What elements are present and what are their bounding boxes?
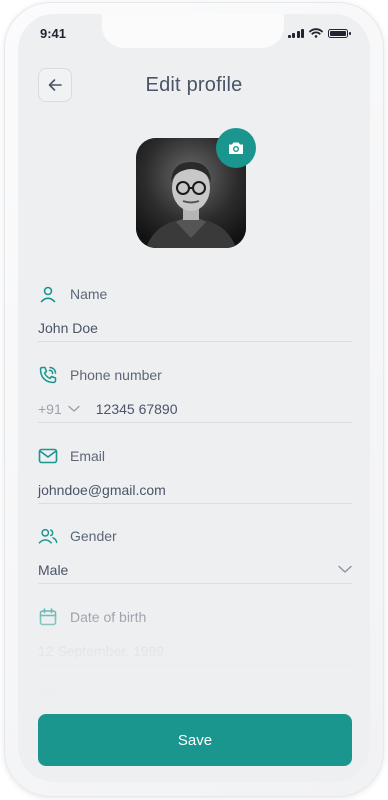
name-value: John Doe <box>38 319 98 336</box>
location-icon <box>38 687 58 707</box>
address-field <box>38 687 352 707</box>
wifi-icon <box>309 28 323 38</box>
avatar-container <box>136 128 256 248</box>
phone-input[interactable]: +91 12345 67890 <box>38 395 352 423</box>
name-input[interactable]: John Doe <box>38 314 352 342</box>
user-icon <box>38 284 58 304</box>
status-time: 9:41 <box>40 26 67 41</box>
page-title: Edit profile <box>145 74 243 96</box>
dob-field: Date of birth 12 September, 1999 <box>38 607 352 665</box>
gender-value: Male <box>38 561 69 578</box>
chevron-down-icon <box>68 405 80 412</box>
battery-icon <box>328 28 351 38</box>
phone-icon <box>38 365 58 385</box>
email-label: Email <box>70 448 106 464</box>
calendar-icon <box>38 607 58 627</box>
status-icons <box>287 28 351 38</box>
country-code-value: +91 <box>38 400 62 417</box>
header: Edit profile <box>18 68 370 102</box>
dob-input[interactable]: 12 September, 1999 <box>38 637 352 665</box>
chevron-down-icon <box>338 565 352 574</box>
gender-field: Gender Male <box>38 526 352 584</box>
gender-select[interactable]: Male <box>38 556 352 584</box>
name-label: Name <box>70 286 108 302</box>
phone-value: 12345 67890 <box>95 400 178 417</box>
save-button[interactable]: Save <box>38 714 352 766</box>
device: 9:41 Edit profile Name John Doe Phone nu… <box>0 0 388 800</box>
phone-label: Phone number <box>70 367 162 383</box>
screen: 9:41 Edit profile Name John Doe Phone nu… <box>18 14 370 782</box>
phone-field: Phone number +91 12345 67890 <box>38 365 352 423</box>
country-code-select[interactable]: +91 <box>38 401 80 417</box>
notch <box>102 14 284 48</box>
signal-icon <box>287 28 304 38</box>
camera-icon <box>229 142 243 154</box>
gender-label: Gender <box>70 528 117 544</box>
users-icon <box>38 526 58 546</box>
email-value: johndoe@gmail.com <box>38 481 166 498</box>
dob-value: 12 September, 1999 <box>38 642 165 659</box>
name-field: Name John Doe <box>38 284 352 342</box>
mail-icon <box>38 446 58 466</box>
dob-label: Date of birth <box>70 609 147 625</box>
change-photo-button[interactable] <box>216 128 256 168</box>
email-input[interactable]: johndoe@gmail.com <box>38 476 352 504</box>
email-field: Email johndoe@gmail.com <box>38 446 352 504</box>
